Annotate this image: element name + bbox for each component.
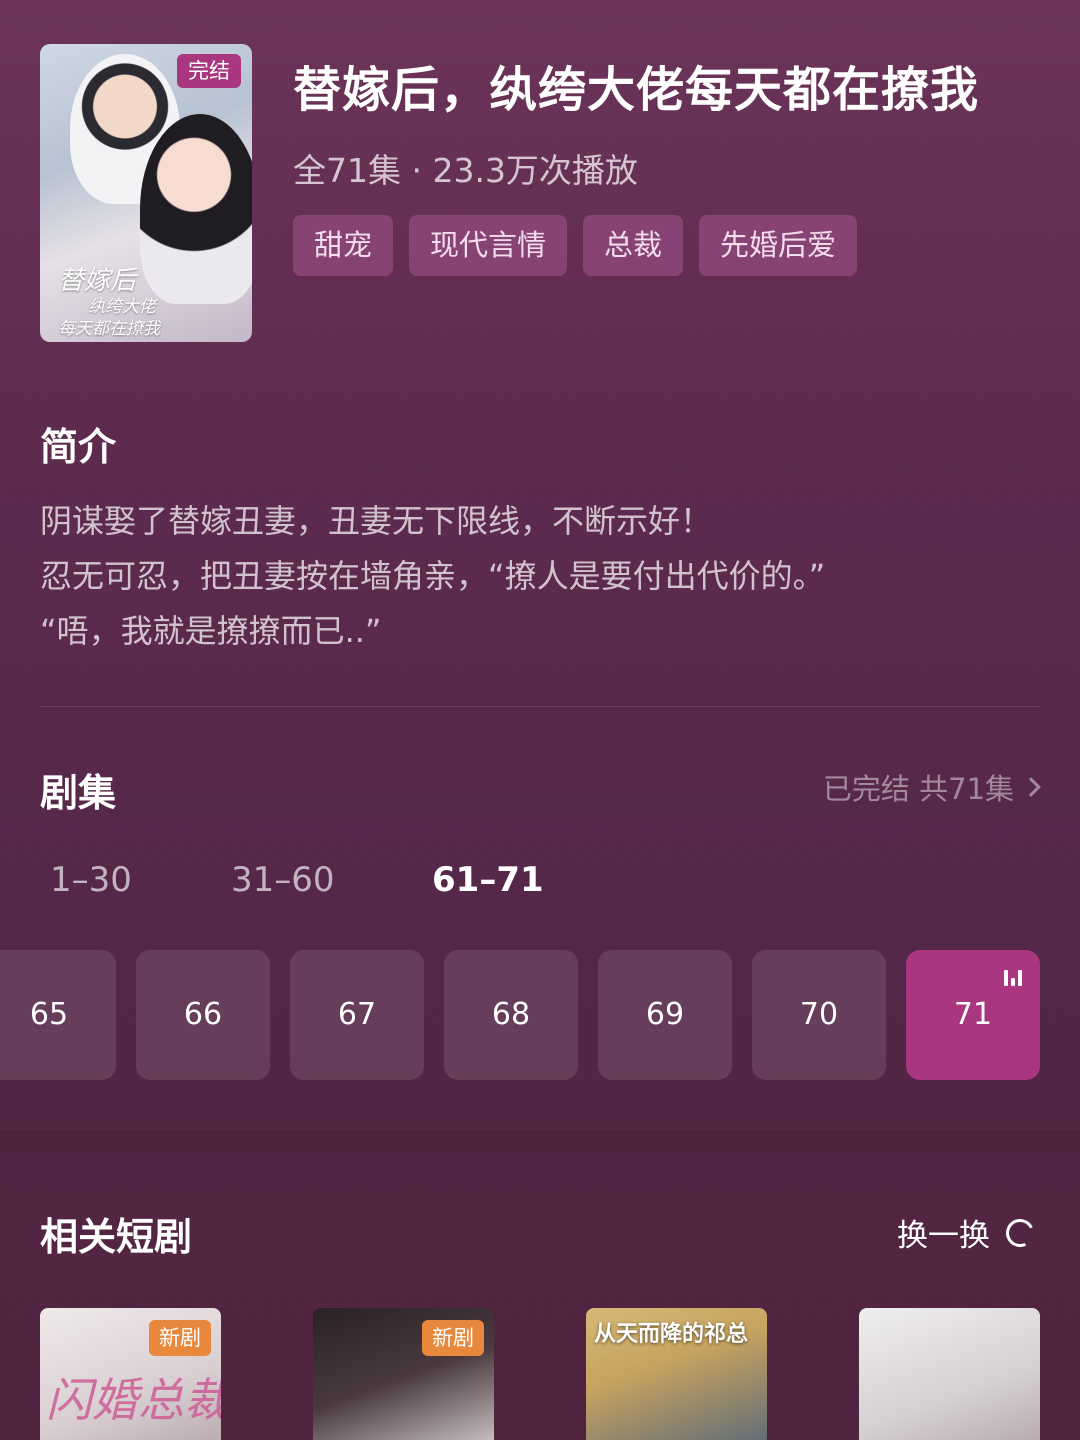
range-tab-1-30[interactable]: 1–30 <box>50 860 231 900</box>
episode-range-tabs: 1–30 31–60 61–71 <box>50 860 544 900</box>
related-item[interactable]: 从天而降的祁总 <box>586 1308 767 1440</box>
intro-line: “唔，我就是撩撩而已..” <box>40 612 382 650</box>
episode-button-current[interactable]: 71 <box>906 950 1040 1080</box>
new-badge: 新剧 <box>422 1320 484 1356</box>
episodes-status: 已完结 共71集 <box>822 772 1014 806</box>
related-cover-title: 从天而降的祁总 <box>594 1321 749 1347</box>
intro-line: 阴谋娶了替嫁丑妻，丑妻无下限线，不断示好！ <box>40 502 713 540</box>
episode-number: 71 <box>953 997 993 1032</box>
episode-button[interactable]: 70 <box>752 950 886 1080</box>
related-item[interactable] <box>859 1308 1040 1440</box>
tag[interactable]: 现代言情 <box>409 215 568 276</box>
related-item[interactable]: 新剧 <box>313 1308 494 1440</box>
section-separator <box>0 1130 1080 1152</box>
episode-list: 65 66 67 68 69 70 71 <box>0 950 1040 1080</box>
refresh-label: 换一换 <box>897 1218 990 1254</box>
refresh-button[interactable]: 换一换 <box>897 1210 1038 1255</box>
drama-meta: 全71集 · 23.3万次播放 <box>293 151 638 190</box>
range-tab-61-71[interactable]: 61–71 <box>432 860 544 900</box>
new-badge: 新剧 <box>149 1320 211 1356</box>
completed-badge: 完结 <box>177 54 241 88</box>
related-list: 闪婚总裁 新剧 新剧 从天而降的祁总 <box>40 1308 1040 1440</box>
refresh-icon <box>1002 1214 1038 1251</box>
tag[interactable]: 总裁 <box>583 215 684 276</box>
related-heading: 相关短剧 <box>40 1215 193 1259</box>
equalizer-icon <box>1004 968 1024 986</box>
tag-list: 甜宠 现代言情 总裁 先婚后爱 <box>293 215 858 276</box>
episode-button[interactable]: 69 <box>598 950 732 1080</box>
drama-title: 替嫁后，纨绔大佬每天都在撩我 <box>293 62 980 118</box>
range-tab-31-60[interactable]: 31–60 <box>231 860 432 900</box>
cover-text-line: 每天都在撩我 <box>58 319 160 339</box>
related-cover-title: 闪婚总裁 <box>46 1373 221 1427</box>
drama-cover[interactable]: 替嫁后 纨绔大佬 每天都在撩我 完结 <box>40 44 252 342</box>
chevron-right-icon <box>1021 777 1041 797</box>
related-item[interactable]: 闪婚总裁 新剧 <box>40 1308 221 1440</box>
episode-button[interactable]: 67 <box>290 950 424 1080</box>
episodes-heading: 剧集 <box>40 771 117 815</box>
cover-text-line: 纨绔大佬 <box>88 297 156 317</box>
divider <box>40 706 1040 707</box>
intro-text: 阴谋娶了替嫁丑妻，丑妻无下限线，不断示好！ 忍无可忍，把丑妻按在墙角亲，“撩人是… <box>40 494 1040 659</box>
cover-text-line: 替嫁后 <box>58 266 137 296</box>
episodes-status-link[interactable]: 已完结 共71集 <box>822 766 1041 808</box>
episode-button[interactable]: 65 <box>0 950 116 1080</box>
tag[interactable]: 先婚后爱 <box>699 215 858 276</box>
cover-calligraphy: 替嫁后 纨绔大佬 每天都在撩我 <box>58 266 238 340</box>
episode-button[interactable]: 66 <box>136 950 270 1080</box>
intro-line: 忍无可忍，把丑妻按在墙角亲，“撩人是要付出代价的。” <box>40 557 826 595</box>
tag[interactable]: 甜宠 <box>293 215 394 276</box>
intro-heading: 简介 <box>40 425 117 469</box>
episode-button[interactable]: 68 <box>444 950 578 1080</box>
drama-header: 替嫁后 纨绔大佬 每天都在撩我 完结 替嫁后，纨绔大佬每天都在撩我 全71集 ·… <box>40 44 1040 344</box>
